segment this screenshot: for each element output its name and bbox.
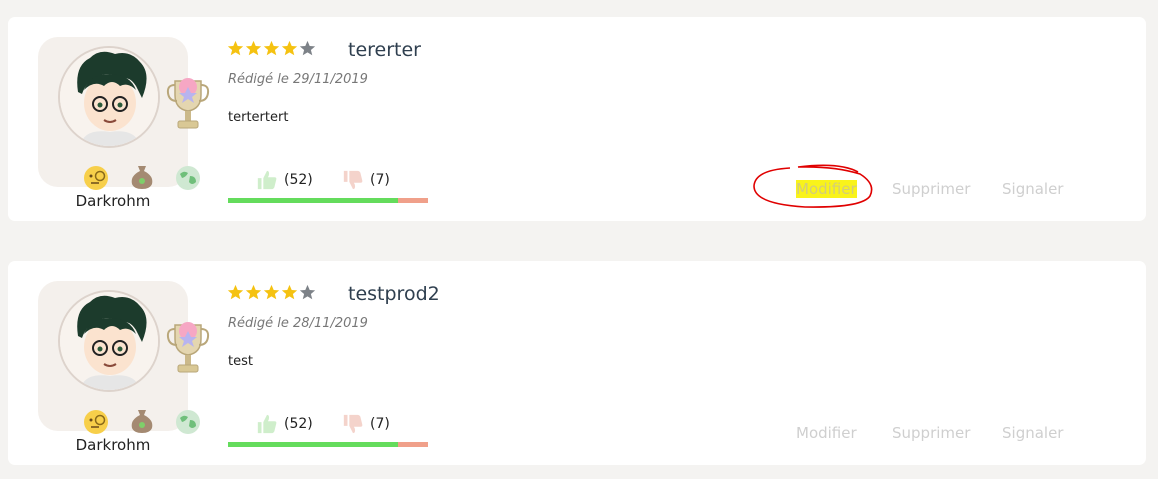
- thumbs-down-icon: [343, 414, 363, 434]
- username[interactable]: Darkrohm: [48, 436, 178, 454]
- review-date: Rédigé le 28/11/2019: [228, 316, 368, 331]
- delete-button[interactable]: Supprimer: [892, 424, 970, 442]
- user-avatar[interactable]: [58, 46, 160, 148]
- monocle-emoji-icon: [84, 166, 108, 190]
- thumbs-down-icon: [343, 170, 363, 190]
- monocle-emoji-icon: [84, 410, 108, 434]
- annotation-circle: [753, 164, 873, 208]
- rating-stars: [227, 284, 317, 302]
- avatar-image: [60, 48, 158, 146]
- vote-ratio-fill: [228, 442, 398, 447]
- vote-ratio-fill: [228, 198, 398, 203]
- thumbs-up-icon: [257, 414, 277, 434]
- like-button[interactable]: (52): [256, 413, 313, 435]
- avatar-image: [60, 292, 158, 390]
- star-icon: [245, 284, 262, 300]
- globe-icon: [176, 166, 200, 190]
- star-icon: [281, 284, 298, 300]
- star-icon: [263, 284, 280, 300]
- review-card: Darkrohm tererter Rédigé le 29/11/2019 t…: [8, 17, 1146, 221]
- dislike-count: (7): [370, 416, 390, 432]
- delete-button[interactable]: Supprimer: [892, 180, 970, 198]
- review-card: Darkrohm testprod2 Rédigé le 28/11/2019 …: [8, 261, 1146, 465]
- trophy-icon: [166, 322, 210, 373]
- money-bag-icon: [131, 410, 153, 433]
- globe-icon: [176, 410, 200, 434]
- review-text: tertertert: [228, 110, 289, 125]
- report-button[interactable]: Signaler: [1002, 424, 1063, 442]
- dislike-button[interactable]: (7): [342, 413, 390, 435]
- rating-stars: [227, 40, 317, 58]
- star-icon: [245, 40, 262, 56]
- money-bag-icon: [131, 166, 153, 189]
- star-icon: [263, 40, 280, 56]
- vote-ratio-bar: [228, 442, 428, 447]
- star-icon: [281, 40, 298, 56]
- user-badge-box: [38, 281, 210, 434]
- review-text: test: [228, 354, 253, 369]
- vote-ratio-bar: [228, 198, 428, 203]
- dislike-count: (7): [370, 172, 390, 188]
- thumbs-up-icon: [257, 170, 277, 190]
- review-title: testprod2: [348, 283, 440, 305]
- modify-button[interactable]: Modifier: [796, 424, 857, 442]
- star-icon: [227, 284, 244, 300]
- like-button[interactable]: (52): [256, 169, 313, 191]
- username[interactable]: Darkrohm: [48, 192, 178, 210]
- review-title: tererter: [348, 39, 421, 61]
- star-icon: [227, 40, 244, 56]
- review-date: Rédigé le 29/11/2019: [228, 72, 368, 87]
- dislike-button[interactable]: (7): [342, 169, 390, 191]
- user-avatar[interactable]: [58, 290, 160, 392]
- star-empty-icon: [299, 284, 316, 300]
- report-button[interactable]: Signaler: [1002, 180, 1063, 198]
- trophy-icon: [166, 78, 210, 129]
- star-empty-icon: [299, 40, 316, 56]
- user-badge-box: [38, 37, 210, 190]
- like-count: (52): [284, 172, 313, 188]
- like-count: (52): [284, 416, 313, 432]
